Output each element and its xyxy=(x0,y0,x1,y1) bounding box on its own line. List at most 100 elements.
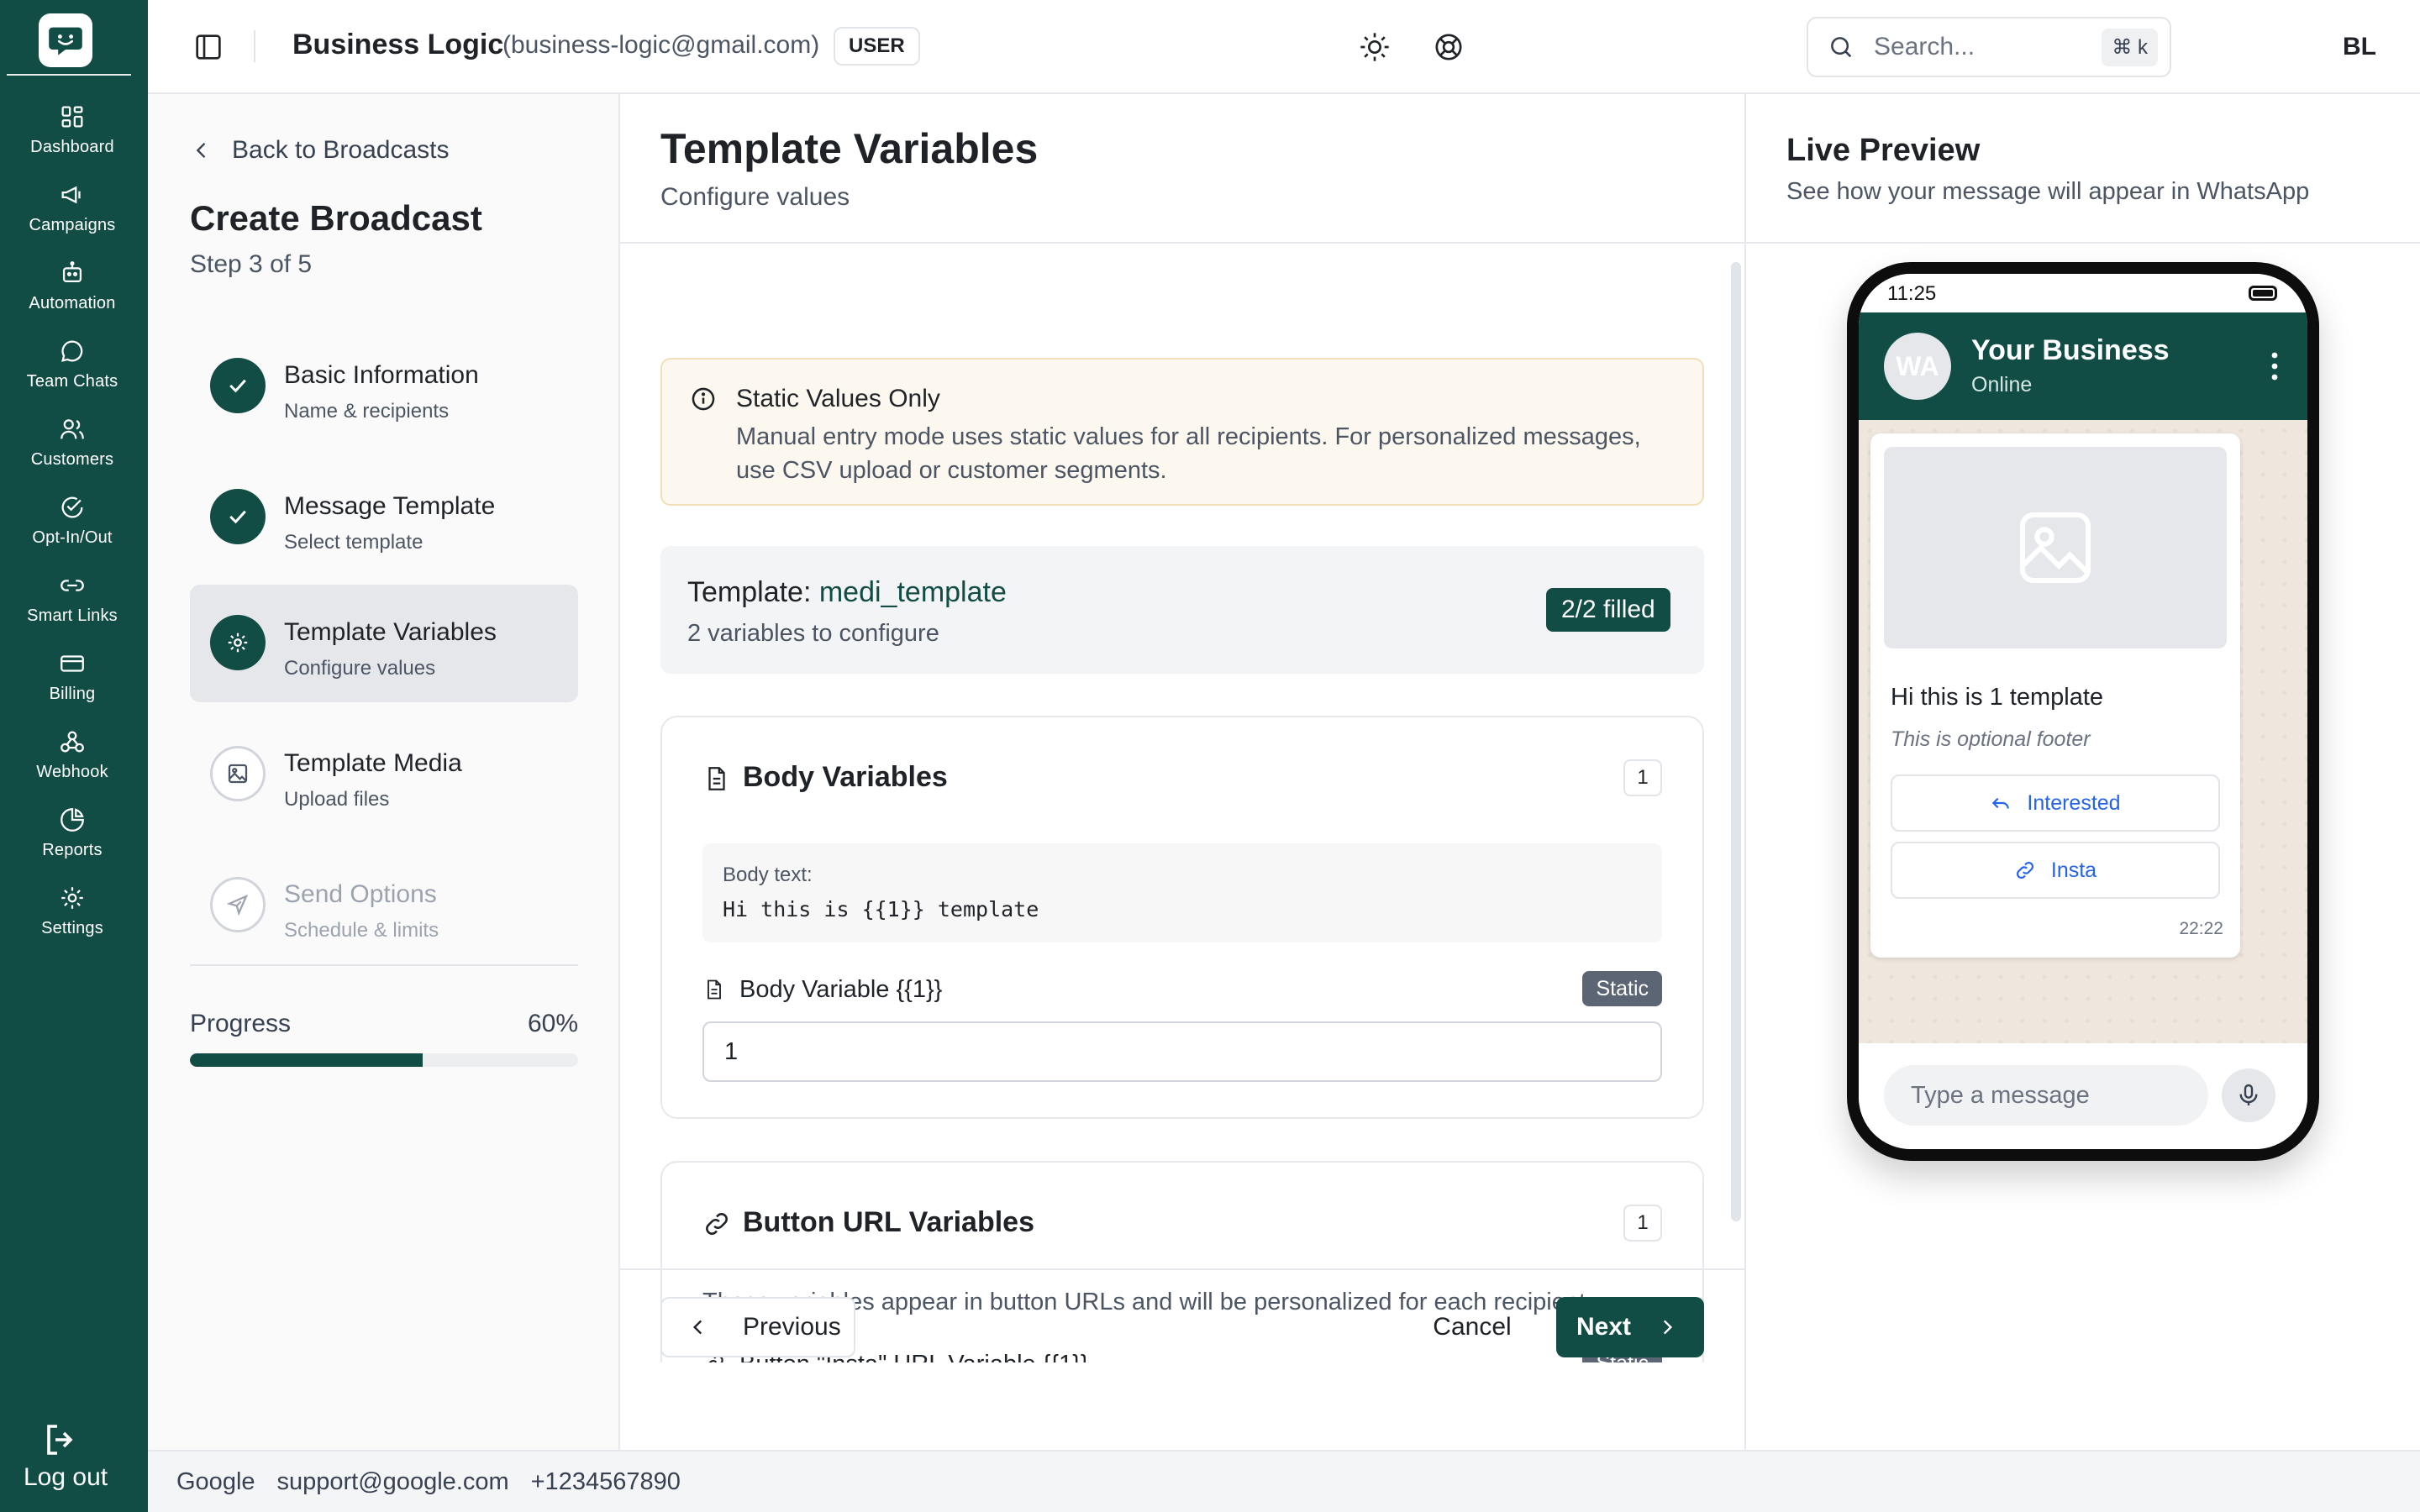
step-status xyxy=(210,877,266,932)
chevron-left-icon xyxy=(196,143,206,158)
button-url-variables-title: Button URL Variables xyxy=(743,1206,1034,1238)
nav-item-label: Team Chats xyxy=(26,372,118,391)
step-basic-information[interactable]: Basic Information Name & recipients xyxy=(190,328,578,445)
step-name: Message Template xyxy=(284,492,496,520)
preview-title: Live Preview xyxy=(1786,133,1981,168)
image-icon xyxy=(2019,512,2091,584)
nav-item-webhook[interactable]: Webhook xyxy=(0,724,145,796)
steps-divider xyxy=(190,964,578,966)
chat-status: Online xyxy=(1971,373,2033,396)
document-icon xyxy=(708,979,721,1000)
back-label: Back to Broadcasts xyxy=(232,136,450,164)
nav-item-team-chats[interactable]: Team Chats xyxy=(0,333,145,406)
step-name: Template Media xyxy=(284,749,462,777)
static-badge: Static xyxy=(1582,971,1662,1006)
nav-item-dashboard[interactable]: Dashboard xyxy=(0,99,145,171)
interested-label: Interested xyxy=(2027,790,2121,815)
gear-icon xyxy=(61,887,83,909)
nav-item-label: Campaigns xyxy=(29,216,116,234)
message-bubble: Hi this is 1 template This is optional f… xyxy=(1870,433,2240,958)
step-send-options: Send Options Schedule & limits xyxy=(190,847,578,964)
body-text-preview: Body text: Hi this is {{1}} template xyxy=(702,843,1662,942)
phone-time: 11:25 xyxy=(1887,282,1937,305)
app-logo[interactable] xyxy=(39,13,92,67)
template-variables-panel: Template Variables Configure values Stat… xyxy=(620,94,1746,1450)
step-status xyxy=(210,746,266,801)
step-subtitle: Configure values xyxy=(284,657,436,680)
step-subtitle: Select template xyxy=(284,531,424,554)
users-icon xyxy=(60,419,84,439)
back-to-broadcasts-link[interactable]: Back to Broadcasts xyxy=(190,136,449,165)
template-label: Template: xyxy=(687,576,819,608)
logout-icon xyxy=(47,1425,73,1455)
body-variables-title: Body Variables xyxy=(743,761,948,793)
business-avatar: WA xyxy=(1884,333,1951,400)
chat-header: WA Your Business Online xyxy=(1859,312,2307,420)
step-subtitle: Name & recipients xyxy=(284,400,450,423)
variables-scroll-area[interactable]: Static Values Only Manual entry mode use… xyxy=(620,244,1746,1362)
step-message-template[interactable]: Message Template Select template xyxy=(190,459,578,576)
sun-icon[interactable] xyxy=(1358,30,1392,64)
step-template-variables[interactable]: Template Variables Configure values xyxy=(190,585,578,702)
send-icon xyxy=(226,894,249,916)
cancel-button[interactable]: Cancel xyxy=(1423,1297,1521,1357)
document-icon xyxy=(708,767,725,790)
step-subtitle: Upload files xyxy=(284,788,390,811)
megaphone-icon xyxy=(61,186,81,204)
sidebar-toggle-icon[interactable] xyxy=(192,30,225,64)
step-template-media[interactable]: Template Media Upload files xyxy=(190,716,578,833)
webhook-icon xyxy=(60,731,84,753)
step-indicator: Step 3 of 5 xyxy=(190,250,313,278)
body-variable-input[interactable] xyxy=(702,1021,1662,1082)
step-name: Template Variables xyxy=(284,618,497,646)
nav-item-opt-in-out[interactable]: Opt-In/Out xyxy=(0,490,145,562)
nav-item-customers[interactable]: Customers xyxy=(0,412,145,484)
user-avatar[interactable]: BL xyxy=(2336,25,2383,69)
nav-item-automation[interactable]: Automation xyxy=(0,255,145,328)
message-time: 22:22 xyxy=(2179,919,2223,938)
nav-item-label: Reports xyxy=(42,841,103,859)
nav-item-label: Smart Links xyxy=(27,606,118,625)
step-status xyxy=(210,489,266,544)
credit-card-icon xyxy=(60,655,84,672)
nav-item-label: Settings xyxy=(41,919,103,937)
progress-bar xyxy=(190,1053,578,1067)
section-title: Template Variables xyxy=(660,125,1039,172)
progress-fill xyxy=(190,1053,424,1067)
previous-label: Previous xyxy=(743,1313,841,1341)
nav-item-smart-links[interactable]: Smart Links xyxy=(0,568,145,640)
logout-label: Log out xyxy=(24,1463,108,1491)
logout-button[interactable]: Log out xyxy=(24,1420,108,1492)
body-variables-count: 1 xyxy=(1623,759,1662,796)
page-footer: Google support@google.com +1234567890 xyxy=(148,1450,2420,1512)
search-placeholder: Search... xyxy=(1874,33,1975,60)
role-badge: USER xyxy=(834,27,920,66)
nav-item-billing[interactable]: Billing xyxy=(0,646,145,718)
nav-item-campaigns[interactable]: Campaigns xyxy=(0,177,145,249)
message-input[interactable]: Type a message xyxy=(1884,1065,2208,1126)
search-input[interactable]: Search... ⌘ k xyxy=(1807,17,2171,77)
interested-button[interactable]: Interested xyxy=(1891,774,2220,832)
next-button[interactable]: Next xyxy=(1556,1297,1704,1357)
rail-divider xyxy=(7,74,131,76)
nav-item-settings[interactable]: Settings xyxy=(0,880,145,953)
scrollbar[interactable] xyxy=(1731,262,1741,1221)
nav-item-label: Billing xyxy=(49,685,96,703)
static-values-notice: Static Values Only Manual entry mode use… xyxy=(660,358,1704,506)
footer-email[interactable]: support@google.com xyxy=(277,1468,509,1496)
body-variables-section: Body Variables 1 Body text: Hi this is {… xyxy=(660,716,1704,1119)
bot-icon xyxy=(62,261,82,283)
nav-item-label: Automation xyxy=(29,294,116,312)
insta-button[interactable]: Insta xyxy=(1891,842,2220,899)
pie-chart-icon xyxy=(60,808,84,832)
mic-button[interactable] xyxy=(2222,1068,2275,1122)
chevron-right-icon xyxy=(1663,1320,1673,1335)
more-vertical-icon[interactable] xyxy=(2270,351,2279,381)
help-buoy-icon[interactable] xyxy=(1432,30,1465,64)
previous-button[interactable]: Previous xyxy=(660,1297,855,1357)
phone-mockup: 11:25 WA Your Business Online Hi this is… xyxy=(1847,262,2319,1161)
footer-company: Google xyxy=(176,1467,255,1495)
nav-item-reports[interactable]: Reports xyxy=(0,802,145,874)
wizard-steps-panel: Back to Broadcasts Create Broadcast Step… xyxy=(148,94,620,1450)
sidebar-nav: Dashboard Campaigns Automation Team Chat… xyxy=(0,0,148,1512)
